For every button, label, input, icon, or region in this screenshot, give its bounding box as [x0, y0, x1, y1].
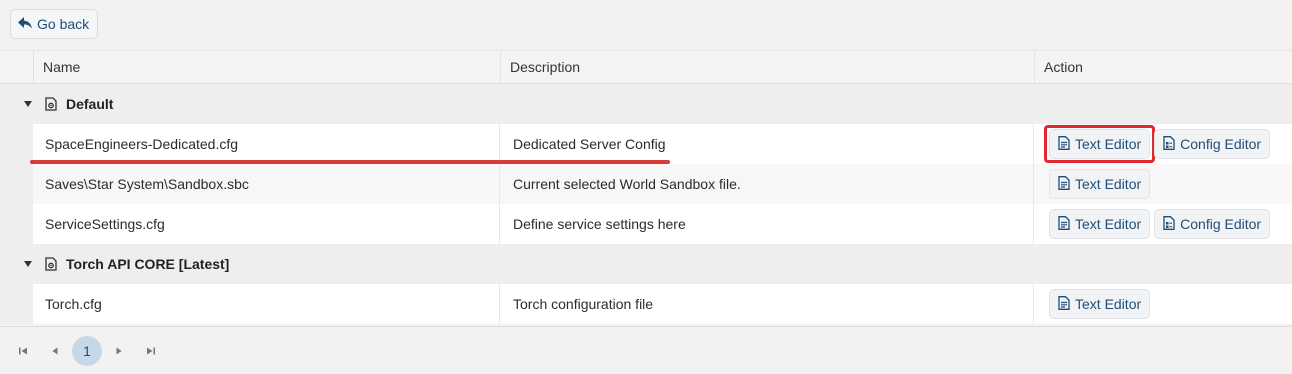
- previous-page-button[interactable]: [46, 327, 64, 374]
- document-icon: [1058, 295, 1070, 313]
- group-label: Default: [66, 96, 114, 112]
- column-header-action[interactable]: Action: [1035, 51, 1292, 83]
- next-page-button[interactable]: [110, 327, 128, 374]
- config-document-icon: [1163, 215, 1175, 233]
- table-row[interactable]: SpaceEngineers-Dedicated.cfg Dedicated S…: [0, 124, 1292, 164]
- row-gutter: [0, 284, 33, 324]
- previous-page-icon: [50, 343, 60, 359]
- page-number-button[interactable]: 1: [72, 336, 102, 366]
- first-page-icon: [18, 343, 28, 359]
- action-cell: Text Editor Config Editor: [1034, 124, 1292, 164]
- settings-file-icon: [44, 257, 58, 271]
- table-row[interactable]: ServiceSettings.cfg Define service setti…: [0, 204, 1292, 244]
- expand-caret-icon[interactable]: [24, 261, 32, 267]
- grid-header: Name Description Action: [0, 50, 1292, 84]
- file-name-cell: Torch.cfg: [33, 284, 500, 324]
- text-editor-label: Text Editor: [1075, 296, 1142, 312]
- text-editor-button[interactable]: Text Editor: [1043, 125, 1156, 163]
- settings-file-icon: [44, 97, 58, 111]
- go-back-label: Go back: [37, 16, 90, 32]
- description-cell: Current selected World Sandbox file.: [500, 164, 1034, 204]
- column-header-description[interactable]: Description: [501, 51, 1035, 83]
- file-name-cell: SpaceEngineers-Dedicated.cfg: [33, 124, 500, 164]
- config-editor-button[interactable]: Config Editor: [1154, 129, 1271, 159]
- text-editor-button[interactable]: Text Editor: [1049, 209, 1151, 239]
- text-editor-label: Text Editor: [1075, 176, 1142, 192]
- config-editor-button[interactable]: Config Editor: [1154, 209, 1271, 239]
- row-gutter: [0, 164, 33, 204]
- document-icon: [1058, 135, 1070, 153]
- description-cell: Define service settings here: [500, 204, 1034, 244]
- top-toolbar: Go back: [0, 0, 1292, 50]
- config-editor-label: Config Editor: [1180, 216, 1262, 232]
- text-editor-button[interactable]: Text Editor: [1049, 289, 1151, 319]
- config-document-icon: [1163, 135, 1175, 153]
- table-row[interactable]: Saves\Star System\Sandbox.sbc Current se…: [0, 164, 1292, 204]
- description-cell: Torch configuration file: [500, 284, 1034, 324]
- group-row-torch[interactable]: Torch API CORE [Latest]: [0, 244, 1292, 284]
- next-page-icon: [114, 343, 124, 359]
- text-editor-label: Text Editor: [1075, 216, 1142, 232]
- first-page-button[interactable]: [14, 327, 32, 374]
- table-row[interactable]: Torch.cfg Torch configuration file Text …: [0, 284, 1292, 324]
- action-cell: Text Editor: [1034, 164, 1292, 204]
- text-editor-label: Text Editor: [1075, 136, 1142, 152]
- row-gutter: [0, 124, 33, 164]
- last-page-icon: [146, 343, 156, 359]
- expand-caret-icon[interactable]: [24, 101, 32, 107]
- text-editor-button[interactable]: Text Editor: [1049, 169, 1151, 199]
- config-editor-label: Config Editor: [1180, 136, 1262, 152]
- group-row-default[interactable]: Default: [0, 84, 1292, 124]
- document-icon: [1058, 175, 1070, 193]
- action-cell: Text Editor: [1034, 284, 1292, 324]
- row-gutter: [0, 204, 33, 244]
- action-cell: Text Editor Config Editor: [1034, 204, 1292, 244]
- document-icon: [1058, 215, 1070, 233]
- header-gutter: [0, 51, 34, 83]
- column-header-name[interactable]: Name: [34, 51, 501, 83]
- last-page-button[interactable]: [142, 327, 160, 374]
- pagination-bar: 1: [0, 326, 1292, 373]
- group-label: Torch API CORE [Latest]: [66, 256, 230, 272]
- highlight-underline: [30, 160, 670, 164]
- file-name-cell: ServiceSettings.cfg: [33, 204, 500, 244]
- description-cell: Dedicated Server Config: [500, 124, 1034, 164]
- go-back-button[interactable]: Go back: [10, 9, 99, 39]
- file-name-cell: Saves\Star System\Sandbox.sbc: [33, 164, 500, 204]
- files-grid: Name Description Action Default SpaceEng…: [0, 50, 1292, 324]
- back-arrow-icon: [17, 16, 33, 33]
